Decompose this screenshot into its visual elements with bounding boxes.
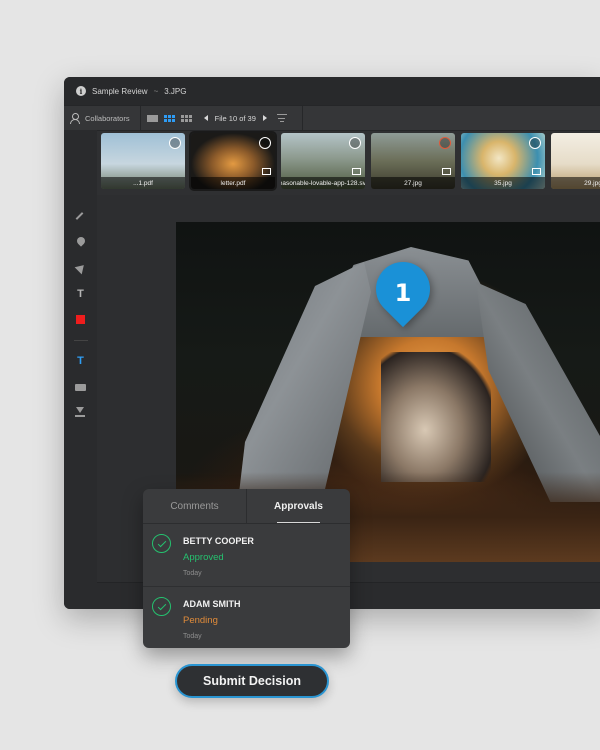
status-badge: [349, 137, 361, 149]
toolbar: Collaborators File 10 of 39: [64, 105, 600, 131]
annotation-toolbar: T T: [64, 130, 97, 609]
thumbnail-strip: ...1.pdf letter.pdf reasonable-lovable-a…: [101, 131, 600, 191]
user-icon: [70, 112, 80, 124]
comment-icon: [442, 168, 451, 175]
previous-file-icon[interactable]: [203, 115, 208, 121]
title-separator: ~: [153, 86, 159, 96]
status-badge: [529, 137, 541, 149]
check-circle-icon: [152, 534, 171, 553]
tab-approvals[interactable]: Approvals: [246, 489, 350, 523]
approvals-panel: Comments Approvals BETTY COOPER Approved…: [143, 489, 350, 648]
pin-tool[interactable]: [74, 235, 87, 248]
file-title: 3.JPG: [164, 86, 187, 96]
approval-date: Today: [183, 570, 202, 577]
pencil-icon: [75, 212, 83, 220]
thumbnail-filename: 27.jpg: [371, 177, 455, 189]
view-mode-group: [141, 114, 192, 122]
collaborators-label: Collaborators: [85, 113, 130, 123]
thumbnail-filename: reasonable-lovable-app-128.svg: [281, 177, 365, 189]
approval-date: Today: [183, 633, 202, 640]
pager-text: File 10 of 39: [214, 113, 256, 123]
download-button[interactable]: [74, 407, 87, 419]
approver-name: ADAM SMITH: [183, 599, 241, 609]
comment-icon: [532, 168, 541, 175]
single-view-button[interactable]: [146, 114, 158, 122]
status-badge: [439, 137, 451, 149]
approver-name: BETTY COOPER: [183, 536, 254, 546]
pin-icon: [74, 235, 87, 247]
thumbnail[interactable]: 35.jpg: [461, 133, 545, 189]
grid-view-button[interactable]: [180, 114, 192, 122]
toolbar-divider: [302, 106, 303, 130]
thumbnail-filename: ...1.pdf: [101, 177, 185, 189]
status-badge: [259, 137, 271, 149]
approval-item: ADAM SMITH Pending Today: [143, 587, 350, 648]
comment-icon: [352, 168, 361, 175]
collaborators-button[interactable]: Collaborators: [64, 106, 141, 130]
title-bar: i Sample Review ~ 3.JPG: [64, 77, 600, 105]
filter-icon[interactable]: [276, 114, 287, 122]
download-icon: [74, 407, 85, 417]
thumbnail-filename: 29.jpg: [551, 177, 600, 189]
status-badge: [169, 137, 181, 149]
thumbnail-filename: 35.jpg: [461, 177, 545, 189]
color-picker[interactable]: [75, 314, 87, 326]
print-icon: [74, 384, 86, 391]
panel-tabs: Comments Approvals: [143, 489, 350, 524]
next-file-icon[interactable]: [262, 115, 267, 121]
text-icon[interactable]: T: [75, 288, 87, 300]
tool-divider: [73, 340, 88, 341]
approval-item: BETTY COOPER Approved Today: [143, 524, 350, 587]
filmstrip-view-button[interactable]: [163, 114, 175, 122]
thumbnail[interactable]: ...1.pdf: [101, 133, 185, 189]
submit-decision-button[interactable]: Submit Decision: [175, 664, 329, 698]
approval-status: Approved: [183, 552, 224, 563]
tent-flap-right: [476, 282, 600, 502]
arrow-icon: [74, 261, 87, 275]
thumbnail[interactable]: 29.jpg: [551, 133, 600, 189]
campers: [381, 352, 491, 482]
info-icon[interactable]: i: [76, 86, 86, 96]
annotation-marker-number: 1: [394, 279, 412, 307]
thumbnail[interactable]: reasonable-lovable-app-128.svg: [281, 133, 365, 189]
approval-status: Pending: [183, 615, 218, 626]
text-style-icon[interactable]: T: [75, 355, 87, 367]
file-pager: File 10 of 39: [203, 113, 267, 123]
color-swatch-icon: [75, 315, 85, 324]
check-circle-icon: [152, 597, 171, 616]
review-title: Sample Review: [92, 86, 148, 96]
tab-comments[interactable]: Comments: [143, 489, 246, 523]
print-button[interactable]: [74, 381, 87, 393]
pencil-tool[interactable]: [75, 210, 87, 222]
comment-icon: [262, 168, 271, 175]
thumbnail-filename: letter.pdf: [191, 177, 275, 189]
arrow-tool[interactable]: [74, 261, 87, 275]
thumbnail[interactable]: 27.jpg: [371, 133, 455, 189]
thumbnail-selected[interactable]: letter.pdf: [189, 131, 277, 191]
